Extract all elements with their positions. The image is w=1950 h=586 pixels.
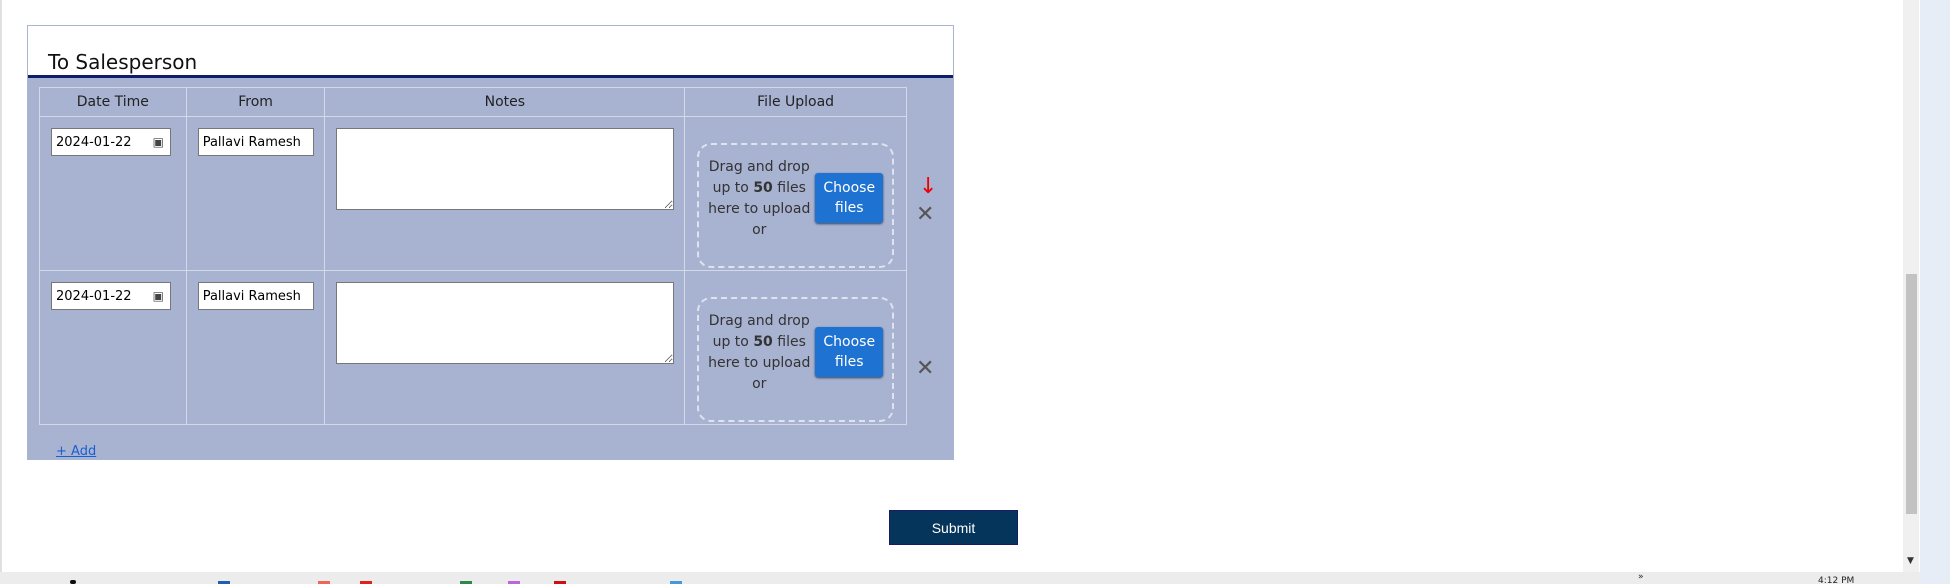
scrollbar-thumb[interactable] — [1906, 274, 1917, 514]
calendar-icon[interactable]: ▣ — [153, 135, 164, 149]
header-from: From — [185, 87, 326, 117]
side-strip — [1920, 0, 1950, 584]
date-value: 2024-01-22 — [56, 289, 132, 304]
add-row-link[interactable]: + Add — [56, 444, 96, 459]
date-value: 2024-01-22 — [56, 135, 132, 150]
choose-files-button[interactable]: Choose files — [815, 327, 884, 377]
calendar-icon[interactable]: ▣ — [153, 289, 164, 303]
messages-table: Date Time From Notes File Upload 2024-01… — [39, 87, 907, 425]
delete-row-1-close-icon[interactable]: ✕ — [916, 202, 934, 227]
section-title: To Salesperson — [48, 50, 198, 74]
date-input[interactable]: 2024-01-22 ▣ — [51, 282, 171, 310]
drop-instructions: Drag and drop up to 50 files here to upl… — [708, 313, 811, 392]
taskbar: » 4:12 PM — [0, 572, 1920, 586]
tray-overflow-icon[interactable]: » — [1638, 572, 1644, 582]
red-arrow-annotation-icon: ↓ — [919, 174, 938, 199]
file-drop-zone[interactable]: Drag and drop up to 50 files here to upl… — [697, 297, 895, 422]
from-input[interactable]: Pallavi Ramesh — [197, 282, 314, 310]
vertical-scrollbar[interactable]: ▼ — [1903, 0, 1919, 572]
panel-header: To Salesperson — [28, 26, 953, 78]
search-icon[interactable] — [70, 580, 76, 584]
notes-textarea[interactable] — [336, 128, 675, 210]
file-drop-zone[interactable]: Drag and drop up to 50 files here to upl… — [697, 143, 895, 268]
header-file-upload: File Upload — [684, 87, 907, 117]
header-date-time: Date Time — [39, 87, 187, 117]
table-header-row: Date Time From Notes File Upload — [39, 87, 907, 117]
table-row: 2024-01-22 ▣ Pallavi Ramesh Drag and drop… — [39, 270, 907, 425]
notes-textarea[interactable] — [336, 282, 675, 364]
from-input[interactable]: Pallavi Ramesh — [197, 128, 314, 156]
page: To Salesperson Date Time From Notes File… — [0, 0, 1903, 572]
delete-row-2-close-icon[interactable]: ✕ — [916, 356, 934, 381]
scroll-down-arrow-icon[interactable]: ▼ — [1907, 556, 1914, 566]
date-input[interactable]: 2024-01-22 ▣ — [51, 128, 171, 156]
choose-files-button[interactable]: Choose files — [815, 173, 884, 223]
header-notes: Notes — [324, 87, 686, 117]
table-row: 2024-01-22 ▣ Pallavi Ramesh Drag and drop… — [39, 116, 907, 271]
taskbar-clock[interactable]: 4:12 PM — [1818, 576, 1854, 586]
to-salesperson-panel: To Salesperson Date Time From Notes File… — [27, 25, 954, 460]
drop-instructions: Drag and drop up to 50 files here to upl… — [708, 159, 811, 238]
submit-button[interactable]: Submit — [889, 510, 1018, 545]
